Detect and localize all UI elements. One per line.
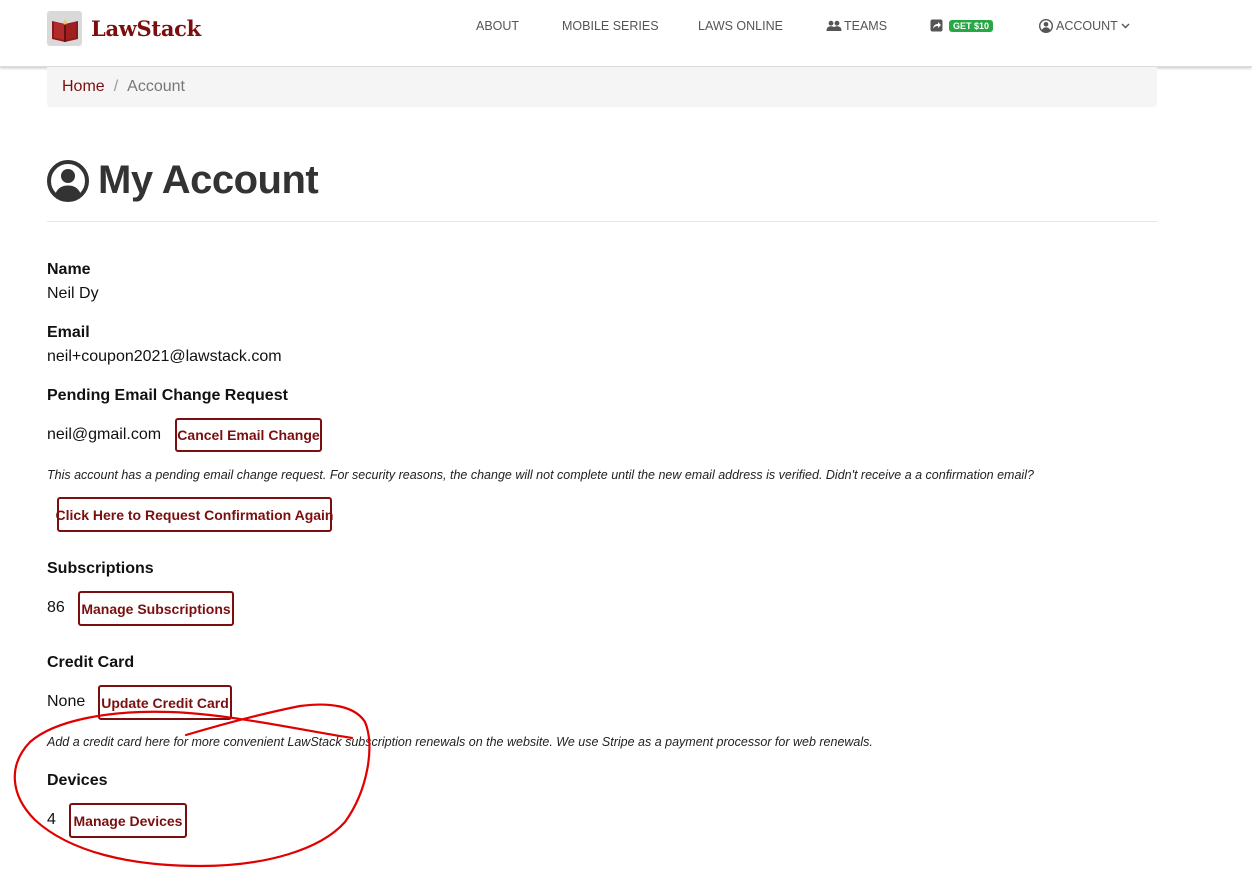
subscriptions-label: Subscriptions [47, 560, 154, 577]
get10-badge: GET $10 [949, 19, 994, 32]
breadcrumb-separator: / [113, 78, 119, 95]
credit-card-label: Credit Card [47, 654, 135, 671]
devices-label: Devices [47, 772, 108, 789]
brand-name: LawStack [91, 16, 201, 41]
devices-value: 4 [47, 811, 56, 828]
title-divider [47, 221, 1157, 222]
breadcrumb: Home / Account [47, 67, 1157, 107]
name-label: Name [47, 261, 91, 278]
nav-account-label: ACCOUNT [1056, 19, 1118, 33]
nav-about[interactable]: ABOUT [476, 19, 519, 33]
chevron-down-icon [1121, 23, 1130, 29]
nav-about-label: ABOUT [476, 19, 520, 33]
pending-email-label: Pending Email Change Request [47, 387, 288, 404]
nav-teams-label: TEAMS [844, 19, 888, 33]
pending-email-note: This account has a pending email change … [47, 468, 1034, 482]
manage-devices-button[interactable]: Manage Devices [69, 803, 187, 838]
share-icon [930, 19, 943, 32]
top-navbar: LawStack ABOUT MOBILE SERIES LAWS ONLINE… [0, 0, 1252, 67]
nav-account[interactable]: ACCOUNT [1039, 19, 1130, 33]
name-value: Neil Dy [47, 285, 99, 302]
update-credit-card-button[interactable]: Update Credit Card [98, 685, 232, 720]
page-header: My Account [47, 158, 319, 203]
nav-get10[interactable]: GET $10 [930, 19, 994, 32]
nav-laws-online[interactable]: LAWS ONLINE [698, 19, 783, 33]
email-label: Email [47, 324, 90, 341]
request-confirmation-button[interactable]: Click Here to Request Confirmation Again [56, 497, 333, 532]
manage-subscriptions-button[interactable]: Manage Subscriptions [78, 591, 234, 626]
nav-mobile-series-label: MOBILE SERIES [562, 19, 659, 33]
pending-email-value: neil@gmail.com [47, 426, 162, 443]
nav-laws-online-label: LAWS ONLINE [698, 19, 783, 33]
credit-card-value: None [47, 693, 86, 710]
book-icon [47, 11, 82, 46]
breadcrumb-home[interactable]: Home [62, 78, 105, 96]
user-circle-icon [47, 159, 89, 202]
email-value: neil+coupon2021@lawstack.com [47, 348, 282, 365]
nav-mobile-series[interactable]: MOBILE SERIES [562, 19, 659, 33]
user-circle-icon [1039, 19, 1053, 33]
cancel-email-change-button[interactable]: Cancel Email Change [175, 418, 322, 452]
subscriptions-value: 86 [47, 599, 65, 616]
nav-teams[interactable]: TEAMS [826, 19, 887, 33]
page-title: My Account [98, 158, 319, 202]
breadcrumb-current: Account [127, 78, 185, 95]
users-icon [826, 20, 842, 31]
brand-link[interactable]: LawStack [47, 11, 201, 46]
credit-card-note: Add a credit card here for more convenie… [47, 735, 873, 749]
